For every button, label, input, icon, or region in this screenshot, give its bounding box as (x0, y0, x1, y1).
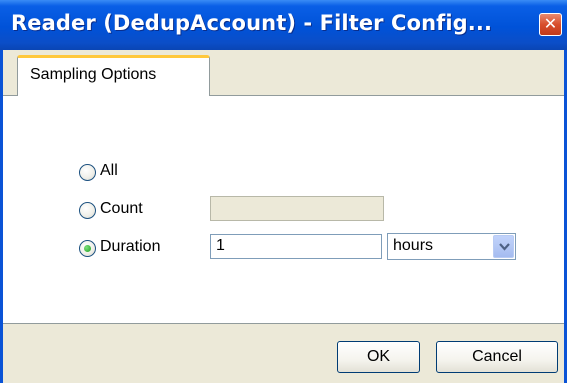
tab-label: Sampling Options (30, 66, 157, 83)
ok-button[interactable]: OK (337, 341, 420, 373)
title-bar[interactable]: Reader (DedupAccount) - Filter Config...… (0, 0, 567, 50)
window-title: Reader (DedupAccount) - Filter Config... (11, 11, 493, 35)
radio-count[interactable] (79, 202, 96, 219)
radio-count-label: Count (100, 200, 143, 217)
button-bar: OK Cancel (3, 324, 564, 383)
sampling-options-panel: All Count Duration 1 (3, 95, 564, 324)
cancel-button[interactable]: Cancel (436, 341, 558, 373)
tab-sampling-options[interactable]: Sampling Options (17, 55, 210, 96)
close-icon: ✕ (543, 14, 558, 33)
radio-duration-label: Duration (100, 238, 161, 255)
dialog-window: Reader (DedupAccount) - Filter Config...… (0, 0, 567, 383)
radio-all[interactable] (79, 164, 96, 181)
duration-unit-select[interactable]: hours (387, 233, 516, 260)
chevron-down-icon (499, 243, 510, 251)
radio-all-label: All (100, 162, 118, 179)
duration-input[interactable]: 1 (210, 234, 382, 259)
count-input[interactable] (210, 196, 384, 221)
close-button[interactable]: ✕ (539, 13, 562, 36)
radio-duration[interactable] (79, 240, 96, 257)
radio-selected-dot (84, 245, 91, 252)
duration-unit-value: hours (393, 237, 434, 254)
dropdown-button[interactable] (493, 235, 514, 258)
